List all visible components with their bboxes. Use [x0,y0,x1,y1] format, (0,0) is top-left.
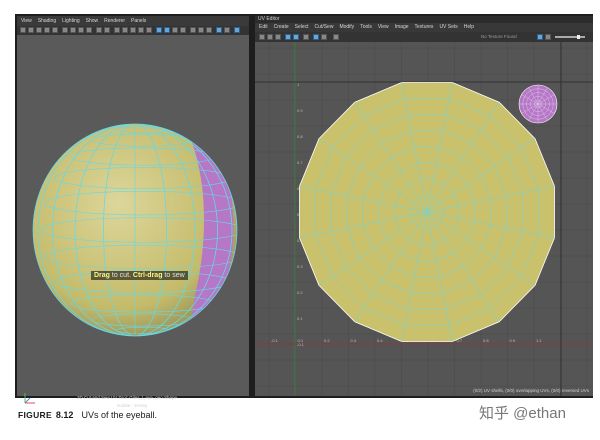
menu-show[interactable]: Show [86,16,99,26]
uv-x-tick: -0.1 [271,338,279,343]
uv-distortion-icon[interactable] [313,34,319,40]
watermark: 知乎 @ethan [479,405,566,422]
uv-y-tick: 0.3 [297,264,303,269]
caption-figure-number: 8.12 [55,410,74,420]
uv-canvas[interactable]: -0.10.10.20.30.40.50.60.70.80.91.110.90.… [255,42,593,396]
uv-shell-small[interactable] [518,84,558,124]
menu-help[interactable]: Help [464,23,474,32]
texture-field[interactable]: No Texture Found [481,34,517,39]
uv-y-tick: 0.7 [297,160,303,165]
menu-shading[interactable]: Shading [38,16,56,26]
bookmark-icon[interactable] [36,27,42,33]
wireframe-on-shaded-icon[interactable] [156,27,162,33]
uv-x-tick: 0.4 [377,338,383,343]
uv-x-tick: 0.2 [324,338,330,343]
figure-caption: FIGURE 8.12 UVs of the eyeball. [18,410,157,420]
uv-editor-title: UV Editor [258,16,280,22]
menu-textures[interactable]: Textures [415,23,434,32]
uv-shell-icon[interactable] [285,34,291,40]
uv-shell-large[interactable] [299,82,555,342]
safe-action-icon[interactable] [96,27,102,33]
uv-editor-panel[interactable]: UV Editor Edit Create Select Cut/Sew Mod… [255,16,593,396]
uv-y-tick: -0.1 [297,342,305,347]
uv-x-tick: 0.3 [351,338,357,343]
menu-modify[interactable]: Modify [339,23,354,32]
wireframe-icon[interactable] [114,27,120,33]
xray-joints-icon[interactable] [224,27,230,33]
menu-tools[interactable]: Tools [360,23,372,32]
uv-checker-icon[interactable] [321,34,327,40]
xray-icon[interactable] [164,27,170,33]
image-plane-icon[interactable] [44,27,50,33]
resolution-gate-icon[interactable] [70,27,76,33]
smooth-shade-icon[interactable] [122,27,128,33]
menu-image[interactable]: Image [395,23,409,32]
uv-x-tick: 1.1 [536,338,542,343]
exposure-slider[interactable] [555,35,585,39]
uv-editor-toolbar: No Texture Found [255,32,593,42]
uv-display-image-icon[interactable] [333,34,339,40]
gamma-icon[interactable] [545,34,551,40]
uv-y-tick: 1 [297,82,300,87]
tool-status: 3D Cut and Sew UV Tool: Giles_l_eye_geo.… [77,395,177,400]
uv-select-icon[interactable] [259,34,265,40]
uv-y-tick: 0.2 [297,290,303,295]
hint-sew: to sew [162,272,185,279]
viewport-menubar: View Shading Lighting Show Renderer Pane… [17,16,249,26]
depth-of-field-icon[interactable] [206,27,212,33]
grid-icon[interactable] [52,27,58,33]
menu-create[interactable]: Create [274,23,289,32]
viewport-toolbar [17,26,249,35]
caption-figure-label: FIGURE [18,410,52,420]
ambient-occlusion-icon[interactable] [190,27,196,33]
caption-text: UVs of the eyeball. [81,410,157,420]
menu-renderer[interactable]: Renderer [104,16,125,26]
3d-viewport[interactable]: View Shading Lighting Show Renderer Pane… [17,16,249,408]
uv-editor-menubar: Edit Create Select Cut/Sew Modify Tools … [255,23,593,32]
uv-layout[interactable]: -0.10.10.20.30.40.50.60.70.80.91.110.90.… [255,42,593,396]
color-management-icon[interactable] [234,27,240,33]
menu-panels[interactable]: Panels [131,16,146,26]
bounding-box-icon[interactable] [130,27,136,33]
lock-camera-icon[interactable] [28,27,34,33]
field-chart-icon[interactable] [86,27,92,33]
uv-y-tick: 0.8 [297,134,303,139]
viewport-canvas[interactable]: Drag to cut. Ctrl-drag to sew 3D Cut and… [17,35,249,408]
uv-snapshot-icon[interactable] [303,34,309,40]
hint-drag: Drag [94,272,110,279]
menu-view-uv[interactable]: View [378,23,389,32]
tool-hint: Drag to cut. Ctrl-drag to sew [91,271,188,280]
textured-icon[interactable] [146,27,152,33]
menu-view[interactable]: View [21,16,32,26]
flat-shade-icon[interactable] [138,27,144,33]
uv-editor-titlebar: UV Editor [255,16,593,23]
antialias-icon[interactable] [198,27,204,33]
isolate-select-icon[interactable] [216,27,222,33]
camera-icon[interactable] [20,27,26,33]
shadows-icon[interactable] [180,27,186,33]
axis-gizmo [24,393,35,404]
film-gate-icon[interactable] [62,27,68,33]
hint-cut: to cut. [109,272,133,279]
menu-uv-sets[interactable]: UV Sets [439,23,457,32]
isolate-status: Isolate : Jersey [117,403,148,408]
uv-grid-icon[interactable] [293,34,299,40]
menu-select[interactable]: Select [295,23,309,32]
uv-y-tick: 0.1 [297,316,303,321]
lights-icon[interactable] [172,27,178,33]
menu-edit[interactable]: Edit [259,23,268,32]
hint-ctrl-drag: Ctrl-drag [132,272,163,279]
menu-lighting[interactable]: Lighting [62,16,80,26]
uv-rotate-icon[interactable] [275,34,281,40]
menu-cut-sew[interactable]: Cut/Sew [315,23,334,32]
uv-y-tick: 0.9 [297,108,303,113]
safe-title-icon[interactable] [104,27,110,33]
eyeball-mesh[interactable] [17,35,249,396]
uv-x-tick: 0.8 [483,338,489,343]
uv-shell-status: (0/2) UV shells, (0/0) overlapping UVs, … [473,388,589,393]
exposure-icon[interactable] [537,34,543,40]
uv-x-tick: 0.9 [510,338,516,343]
uv-move-icon[interactable] [267,34,273,40]
gate-mask-icon[interactable] [78,27,84,33]
